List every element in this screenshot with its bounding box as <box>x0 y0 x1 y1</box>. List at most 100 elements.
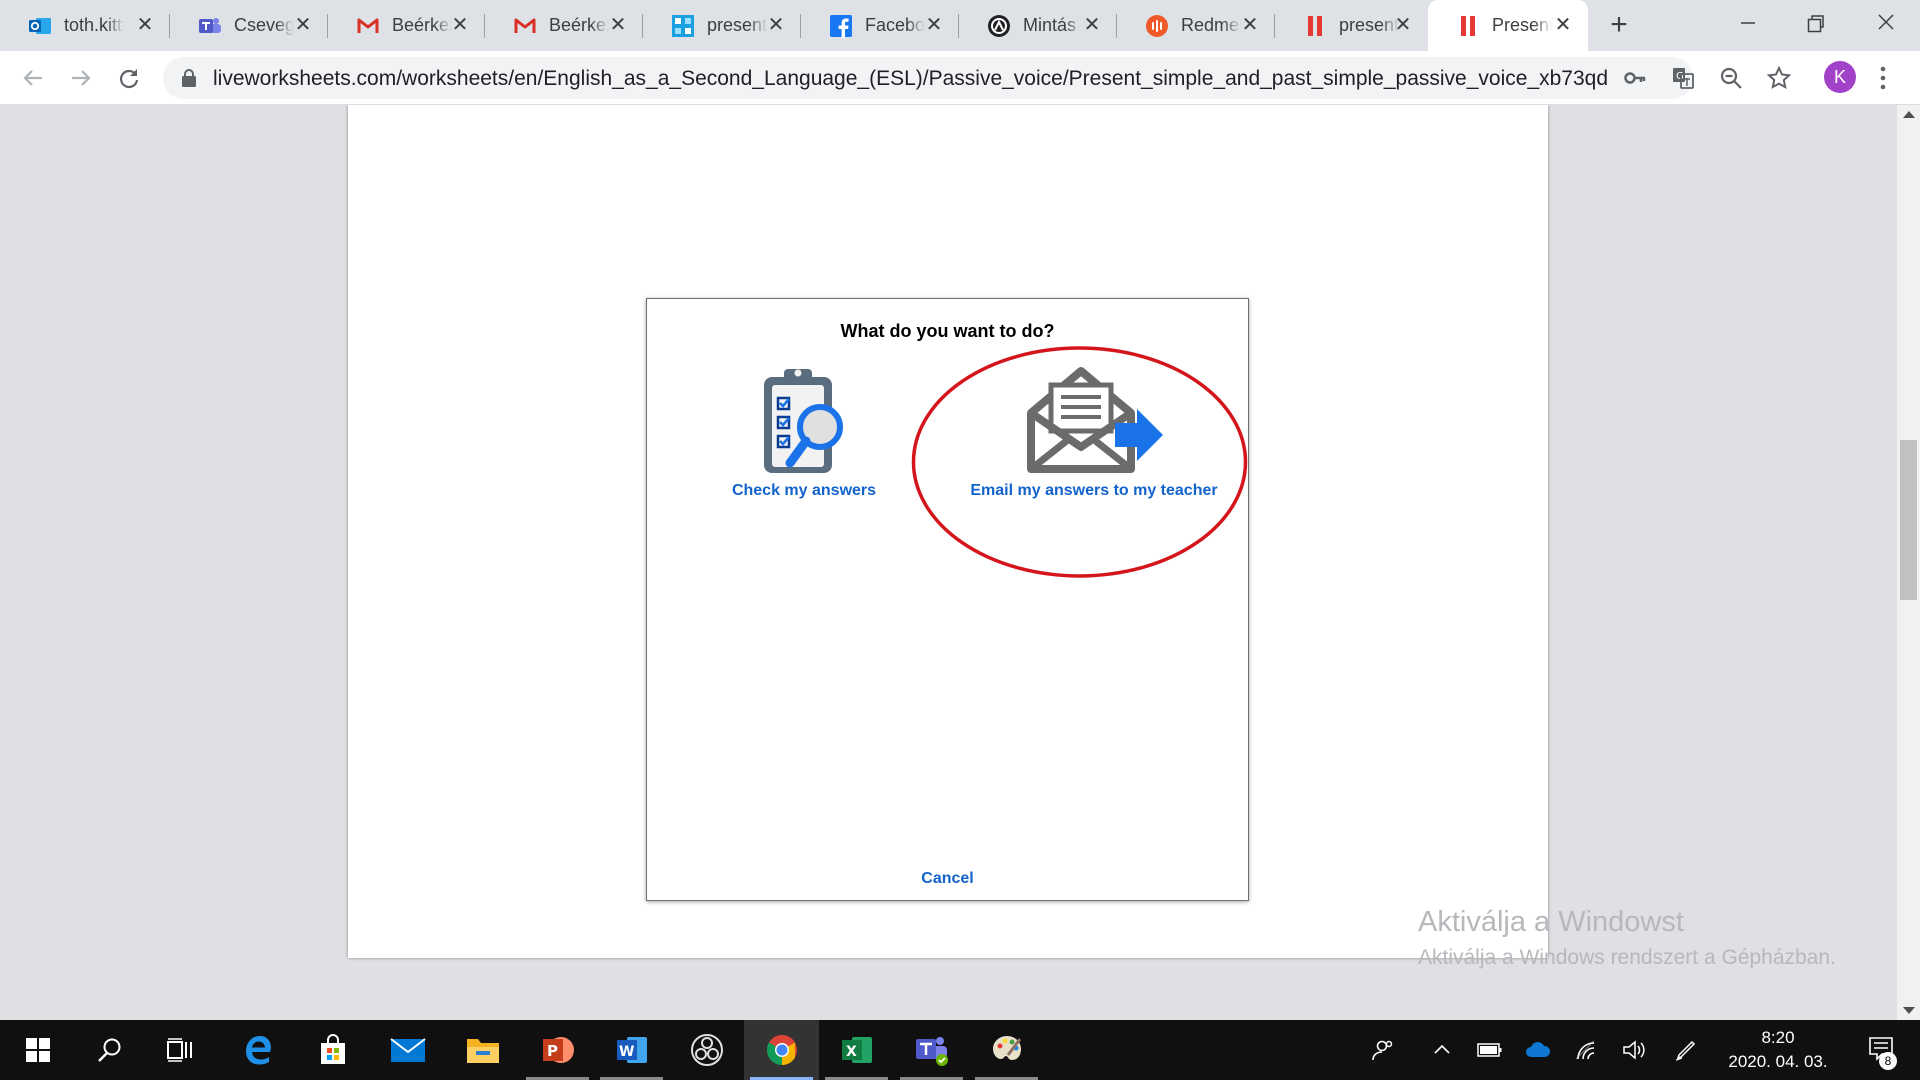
obs-icon <box>690 1034 723 1066</box>
task-view-button[interactable] <box>142 1020 217 1080</box>
check-answers-option[interactable]: Check my answers <box>724 363 884 500</box>
tab-liveworksheets-active[interactable]: Present ✕ <box>1428 0 1588 51</box>
arrow-left-icon <box>23 70 42 86</box>
tab-label: Present <box>1492 15 1552 35</box>
browser-toolbar: liveworksheets.com/worksheets/en/English… <box>0 51 1920 105</box>
tab-label: Csevegés <box>234 15 294 35</box>
email-teacher-option[interactable]: Email my answers to my teacher <box>969 363 1219 500</box>
close-window-button[interactable] <box>1856 8 1916 38</box>
close-icon[interactable]: ✕ <box>1392 14 1414 36</box>
email-teacher-link[interactable]: Email my answers to my teacher <box>969 482 1219 500</box>
tab-gmail-2[interactable]: Beérkezett ✕ <box>485 0 643 51</box>
close-icon[interactable]: ✕ <box>1239 14 1261 36</box>
teams-app[interactable] <box>894 1020 969 1080</box>
windows-taskbar: P W X 8:20 2020. 04. 03. 8 <box>0 1020 1920 1080</box>
envelope-send-icon[interactable] <box>1019 363 1169 477</box>
url-text[interactable]: liveworksheets.com/worksheets/en/English… <box>213 67 1608 91</box>
tab-teams[interactable]: Csevegés ✕ <box>170 0 328 51</box>
dialog-title: What do you want to do? <box>840 321 1055 341</box>
people-button[interactable] <box>1360 1020 1404 1080</box>
tab-presentation[interactable]: presentation ✕ <box>643 0 801 51</box>
tab-label: toth.kitti <box>64 15 124 35</box>
tab-mintas[interactable]: Mintás ✕ <box>959 0 1117 51</box>
show-hidden-icons-button[interactable] <box>1420 1020 1464 1080</box>
tab-label: presentation <box>707 15 767 35</box>
word-app[interactable]: W <box>594 1020 669 1080</box>
liveworksheets-icon <box>1456 14 1480 38</box>
activation-watermark-title: Aktiválja a Windowst <box>1418 906 1684 938</box>
forward-button[interactable] <box>66 63 96 93</box>
tab-label: Beérkezett <box>549 15 609 35</box>
vertical-scrollbar[interactable] <box>1897 105 1920 1020</box>
finish-dialog: What do you want to do? Check my answers <box>646 298 1249 901</box>
close-icon[interactable]: ✕ <box>292 14 314 36</box>
store-icon <box>320 1034 345 1064</box>
speaker-icon <box>1623 1040 1645 1060</box>
scroll-thumb[interactable] <box>1900 440 1917 600</box>
scroll-down-icon[interactable] <box>1903 1007 1915 1014</box>
new-tab-button[interactable]: + <box>1604 10 1634 41</box>
notification-icon <box>1869 1037 1893 1061</box>
key-icon[interactable] <box>1623 66 1647 90</box>
volume-button[interactable] <box>1612 1020 1656 1080</box>
tab-redmenta[interactable]: Redmenta ✕ <box>1117 0 1275 51</box>
tab-outlook[interactable]: toth.kitti ✕ <box>0 0 170 51</box>
clipboard-search-icon[interactable] <box>754 363 854 477</box>
translate-icon[interactable]: G <box>1671 66 1695 90</box>
zoom-out-icon[interactable] <box>1719 66 1743 90</box>
network-button[interactable] <box>1564 1020 1608 1080</box>
close-icon[interactable]: ✕ <box>449 14 471 36</box>
mail-icon <box>389 1038 426 1062</box>
clock-time: 8:20 <box>1761 1028 1795 1047</box>
svg-text:G: G <box>1676 71 1684 82</box>
battery-button[interactable] <box>1468 1020 1512 1080</box>
close-icon[interactable]: ✕ <box>765 14 787 36</box>
scroll-up-icon[interactable] <box>1903 111 1915 118</box>
teams-icon <box>915 1037 948 1066</box>
address-bar[interactable]: liveworksheets.com/worksheets/en/English… <box>163 57 1791 99</box>
store-app[interactable] <box>295 1020 370 1080</box>
kebab-menu-icon[interactable] <box>1878 63 1888 93</box>
taskbar-clock[interactable]: 8:20 2020. 04. 03. <box>1716 1026 1840 1074</box>
start-button[interactable] <box>0 1020 75 1080</box>
cancel-link[interactable]: Cancel <box>647 870 1248 888</box>
obs-app[interactable] <box>669 1020 744 1080</box>
paint-palette-icon <box>992 1036 1021 1060</box>
tab-label: Facebook <box>865 15 925 35</box>
search-icon <box>97 1038 120 1062</box>
close-icon[interactable]: ✕ <box>923 14 945 36</box>
pen-workspace-button[interactable] <box>1664 1020 1708 1080</box>
paint-app[interactable] <box>969 1020 1044 1080</box>
restore-button[interactable] <box>1786 8 1846 38</box>
minimize-button[interactable] <box>1718 8 1778 38</box>
onedrive-button[interactable] <box>1516 1020 1560 1080</box>
mail-app[interactable] <box>370 1020 445 1080</box>
tab-liveworksheets-1[interactable]: present ✕ <box>1275 0 1428 51</box>
battery-icon <box>1477 1043 1502 1057</box>
edge-app[interactable] <box>220 1020 295 1080</box>
reload-icon <box>119 69 139 89</box>
check-answers-link[interactable]: Check my answers <box>724 482 884 500</box>
file-explorer-app[interactable] <box>445 1020 520 1080</box>
close-icon[interactable]: ✕ <box>607 14 629 36</box>
close-icon <box>1878 14 1894 30</box>
tab-gmail-1[interactable]: Beérkezett ✕ <box>328 0 485 51</box>
star-icon[interactable] <box>1767 66 1791 90</box>
search-button[interactable] <box>72 1020 147 1080</box>
back-button[interactable] <box>18 63 48 93</box>
close-icon[interactable]: ✕ <box>134 14 156 36</box>
tab-facebook[interactable]: Facebook ✕ <box>801 0 959 51</box>
edge-icon <box>245 1036 271 1065</box>
restore-icon <box>1807 15 1824 33</box>
reload-button[interactable] <box>114 63 144 93</box>
powerpoint-app[interactable]: P <box>520 1020 595 1080</box>
action-center-button[interactable]: 8 <box>1856 1020 1906 1080</box>
close-icon[interactable]: ✕ <box>1552 14 1574 36</box>
clock-date: 2020. 04. 03. <box>1728 1052 1828 1071</box>
folder-icon <box>466 1039 499 1063</box>
chrome-icon <box>766 1035 797 1065</box>
profile-avatar[interactable]: K <box>1824 61 1856 93</box>
excel-app[interactable]: X <box>819 1020 894 1080</box>
chrome-app[interactable] <box>744 1020 819 1080</box>
close-icon[interactable]: ✕ <box>1081 14 1103 36</box>
